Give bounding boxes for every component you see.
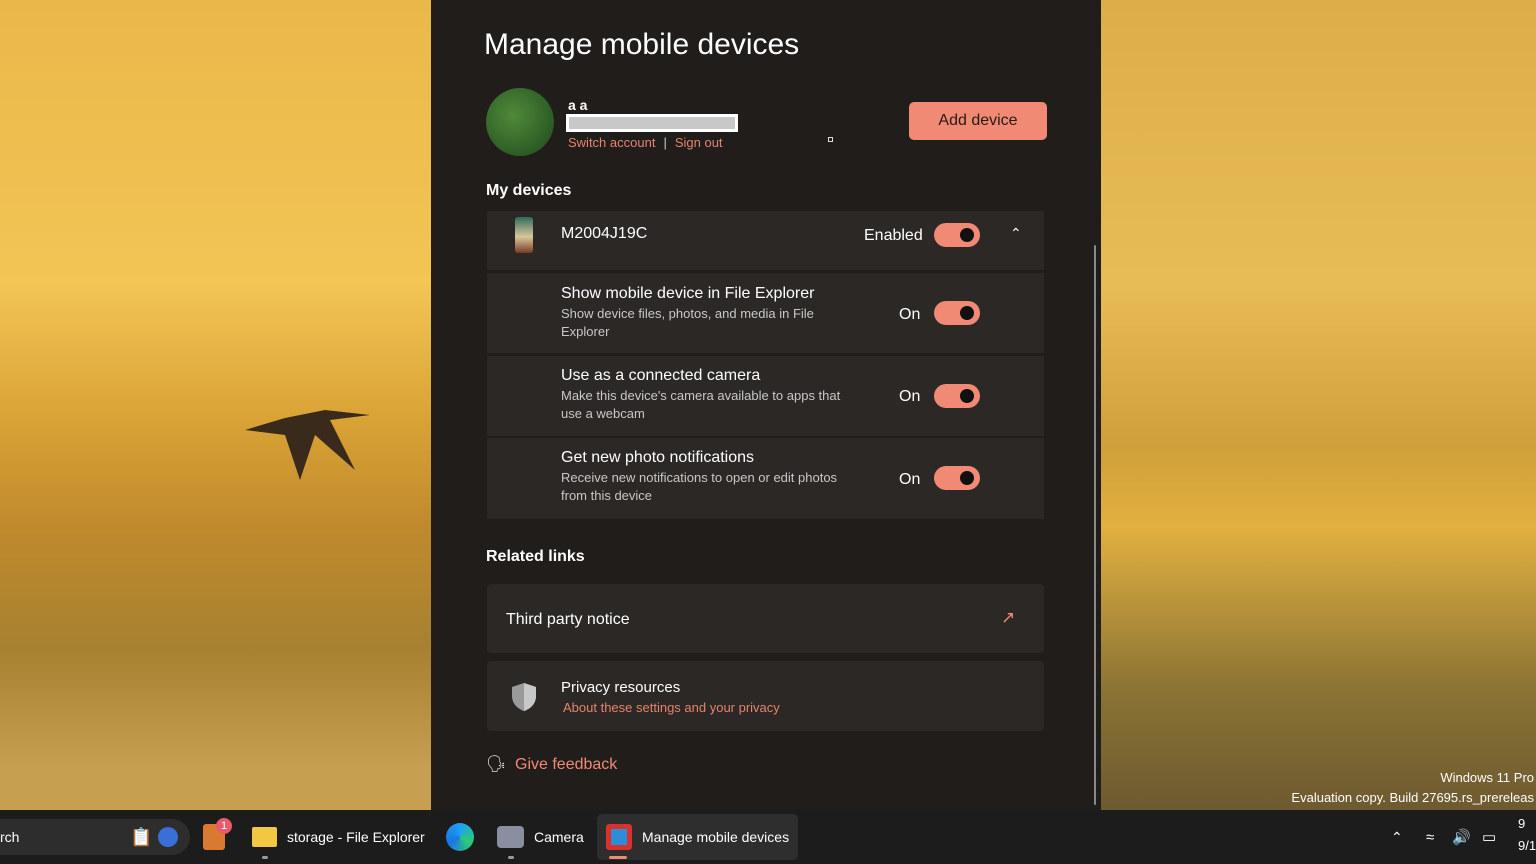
account-links: Switch account | Sign out [568, 135, 723, 150]
phone-link-icon [606, 824, 632, 850]
device-status: Enabled [864, 227, 923, 244]
notification-badge: 1 [216, 818, 232, 834]
battery-icon[interactable]: ▭ [1482, 810, 1496, 864]
show-hidden-icons[interactable]: ⌃ [1391, 810, 1403, 864]
account-name: a a [568, 97, 588, 113]
setting-state: On [899, 388, 921, 405]
setting-description: Show device files, photos, and media in … [561, 306, 814, 339]
taskbar-edge[interactable] [446, 810, 474, 864]
folder-icon [252, 827, 277, 847]
pelican-image [245, 410, 370, 480]
cursor-marker [828, 137, 833, 142]
watermark-edition: Windows 11 Pro [1440, 770, 1534, 785]
scrollbar[interactable] [1094, 245, 1096, 805]
camera-icon [497, 826, 524, 848]
avatar [486, 88, 554, 156]
setting-row-photo-notifications: Get new photo notifications Receive new … [487, 438, 1044, 519]
setting-state: On [899, 306, 921, 323]
setting-title: Get new photo notifications [561, 449, 755, 466]
device-enabled-toggle[interactable] [934, 223, 980, 247]
wifi-icon[interactable]: ≈ [1426, 810, 1434, 864]
third-party-label: Third party notice [506, 611, 630, 628]
setting-title: Show mobile device in File Explorer [561, 285, 815, 302]
search-text: rch [0, 829, 20, 845]
notepad-icon: 📋 [130, 826, 153, 847]
setting-state: On [899, 471, 921, 488]
photo-notifications-toggle[interactable] [934, 466, 980, 490]
taskbar-search[interactable]: rch 📋 [0, 819, 190, 855]
taskbar-app-label: storage - File Explorer [287, 829, 425, 845]
taskbar-app-label: Manage mobile devices [642, 829, 790, 845]
setting-row-camera: Use as a connected camera Make this devi… [487, 356, 1044, 436]
chevron-up-icon[interactable]: ⌃ [1010, 225, 1022, 242]
privacy-resources-card: Privacy resources About these settings a… [487, 661, 1044, 731]
store-icon [158, 827, 178, 847]
add-device-button[interactable]: Add device [909, 102, 1047, 140]
setting-description: Receive new notifications to open or edi… [561, 470, 838, 503]
link-separator: | [663, 135, 667, 150]
taskbar: rch 📋 1 storage - File Explorer Camera M… [0, 810, 1536, 864]
setting-description: Make this device's camera available to a… [561, 388, 841, 421]
running-indicator [262, 856, 268, 859]
watermark-build: Evaluation copy. Build 27695.rs_prerelea… [1291, 790, 1534, 805]
external-link-icon: ↗ [1001, 608, 1016, 627]
volume-icon[interactable]: 🔊 [1452, 810, 1471, 864]
active-indicator [609, 856, 627, 859]
sign-out-link[interactable]: Sign out [675, 135, 723, 150]
settings-window: Manage mobile devices a a Switch account… [431, 0, 1101, 810]
edge-icon [446, 823, 474, 851]
running-indicator [508, 856, 514, 859]
phone-icon [515, 217, 533, 253]
feedback-icon: 🗣 [486, 756, 507, 773]
setting-title: Use as a connected camera [561, 367, 761, 384]
related-links-heading: Related links [486, 548, 585, 565]
device-name: M2004J19C [561, 225, 648, 242]
taskbar-manage-mobile-devices[interactable]: Manage mobile devices [606, 810, 789, 864]
privacy-title: Privacy resources [561, 679, 681, 696]
shield-icon [512, 683, 536, 711]
desktop-wallpaper-right [1101, 0, 1536, 810]
device-card[interactable]: M2004J19C Enabled ⌃ [487, 211, 1044, 270]
clock-time[interactable]: 9 [1518, 816, 1525, 831]
setting-row-file-explorer: Show mobile device in File Explorer Show… [487, 273, 1044, 353]
give-feedback-link[interactable]: Give feedback [515, 756, 617, 774]
third-party-notice-link[interactable]: Third party notice ↗ [487, 584, 1044, 653]
camera-toggle[interactable] [934, 384, 980, 408]
my-devices-heading: My devices [486, 182, 572, 199]
file-explorer-toggle[interactable] [934, 301, 980, 325]
taskbar-file-explorer[interactable]: storage - File Explorer [252, 810, 425, 864]
redacted-email [566, 114, 738, 132]
taskbar-app-stack[interactable]: 1 [203, 810, 232, 864]
taskbar-app-label: Camera [534, 829, 584, 845]
privacy-link[interactable]: About these settings and your privacy [563, 700, 780, 715]
page-title: Manage mobile devices [484, 28, 800, 61]
switch-account-link[interactable]: Switch account [568, 135, 655, 150]
clock-date[interactable]: 9/1 [1518, 838, 1536, 853]
